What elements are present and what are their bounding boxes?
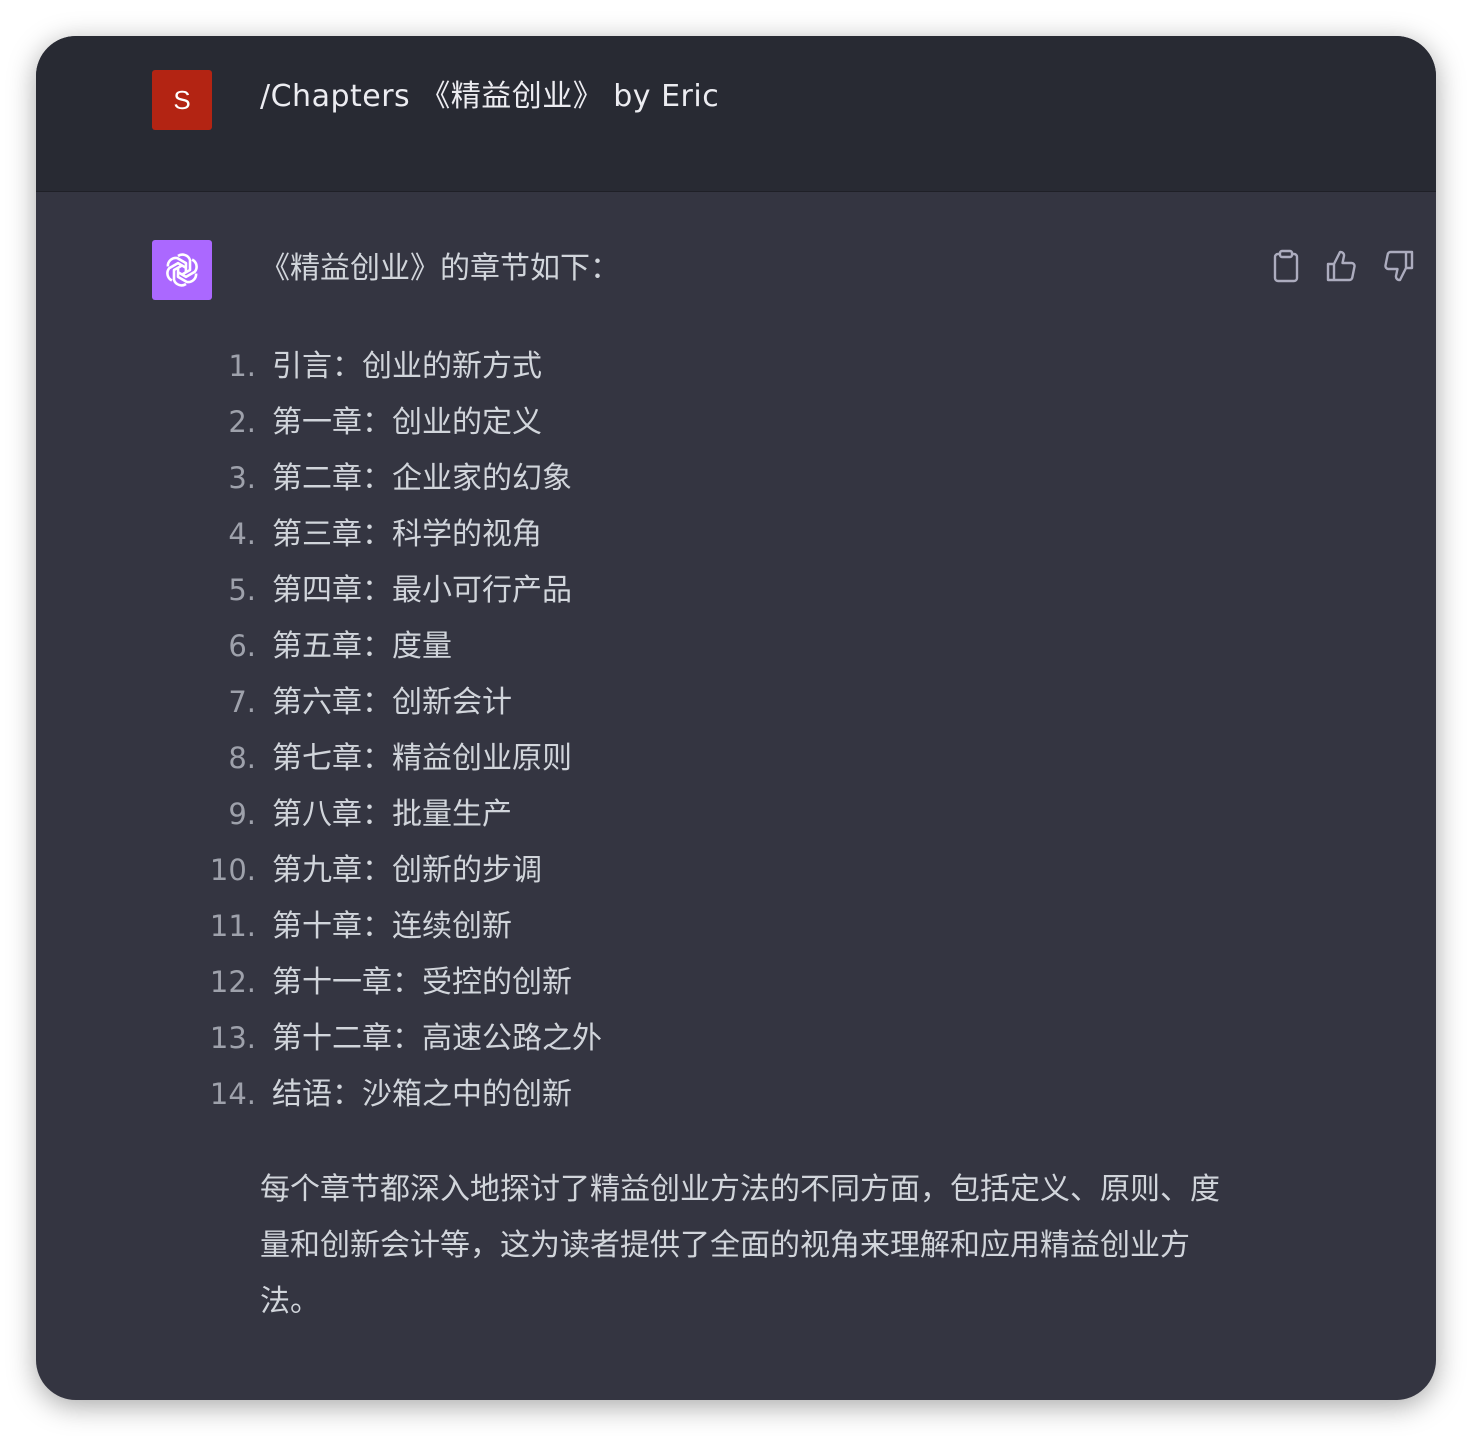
list-number: 4. xyxy=(228,517,256,551)
list-text: 第八章：批量生产 xyxy=(272,797,512,832)
assistant-intro-text: 《精益创业》的章节如下： xyxy=(260,251,620,286)
list-number: 7. xyxy=(228,685,256,719)
list-number: 12. xyxy=(209,965,256,999)
list-text: 第九章：创新的步调 xyxy=(272,853,542,888)
assistant-avatar xyxy=(152,240,212,300)
list-item: 3. 第二章：企业家的幻象 xyxy=(206,450,602,506)
list-number: 2. xyxy=(228,405,256,439)
list-text: 第一章：创业的定义 xyxy=(272,405,542,440)
list-number: 10. xyxy=(209,853,256,887)
list-item: 4. 第三章：科学的视角 xyxy=(206,506,602,562)
list-text: 第七章：精益创业原则 xyxy=(272,741,572,776)
list-item: 14. 结语：沙箱之中的创新 xyxy=(206,1066,602,1122)
list-item: 2. 第一章：创业的定义 xyxy=(206,394,602,450)
list-item: 11. 第十章：连续创新 xyxy=(206,898,602,954)
list-item: 10. 第九章：创新的步调 xyxy=(206,842,602,898)
chat-window: S /Chapters 《精益创业》 by Eric 《精益创业》的章节如下： xyxy=(36,36,1436,1400)
list-item: 5. 第四章：最小可行产品 xyxy=(206,562,602,618)
list-item: 13. 第十二章：高速公路之外 xyxy=(206,1010,602,1066)
thumbs-down-button[interactable] xyxy=(1378,246,1418,286)
list-text: 第五章：度量 xyxy=(272,629,452,664)
list-number: 9. xyxy=(228,797,256,831)
list-number: 8. xyxy=(228,741,256,775)
thumbs-up-icon xyxy=(1326,250,1356,282)
list-number: 5. xyxy=(228,573,256,607)
assistant-summary-text: 每个章节都深入地探讨了精益创业方法的不同方面，包括定义、原则、度量和创新会计等，… xyxy=(260,1172,1220,1319)
list-item: 9. 第八章：批量生产 xyxy=(206,786,602,842)
list-text: 第二章：企业家的幻象 xyxy=(272,461,572,496)
list-text: 第十一章：受控的创新 xyxy=(272,965,572,1000)
user-message-row: S /Chapters 《精益创业》 by Eric xyxy=(36,36,1436,192)
user-avatar: S xyxy=(152,70,212,130)
list-number: 13. xyxy=(209,1021,256,1055)
list-item: 6. 第五章：度量 xyxy=(206,618,602,674)
list-number: 11. xyxy=(209,909,256,943)
list-text: 引言：创业的新方式 xyxy=(272,349,542,384)
list-text: 第六章：创新会计 xyxy=(272,685,512,720)
list-item: 1. 引言：创业的新方式 xyxy=(206,338,602,394)
list-text: 第十二章：高速公路之外 xyxy=(272,1021,602,1056)
list-text: 第十章：连续创新 xyxy=(272,909,512,944)
thumbs-up-button[interactable] xyxy=(1322,246,1362,286)
list-item: 8. 第七章：精益创业原则 xyxy=(206,730,602,786)
thumbs-down-icon xyxy=(1384,250,1414,282)
list-item: 7. 第六章：创新会计 xyxy=(206,674,602,730)
list-text: 第三章：科学的视角 xyxy=(272,517,542,552)
list-item: 12. 第十一章：受控的创新 xyxy=(206,954,602,1010)
list-number: 14. xyxy=(209,1077,256,1111)
openai-logo-icon xyxy=(166,253,198,287)
list-number: 6. xyxy=(228,629,256,663)
list-text: 结语：沙箱之中的创新 xyxy=(272,1077,572,1112)
user-message-text: /Chapters 《精益创业》 by Eric xyxy=(260,79,720,114)
copy-button[interactable] xyxy=(1266,246,1306,286)
clipboard-icon xyxy=(1273,249,1299,283)
list-text: 第四章：最小可行产品 xyxy=(272,573,572,608)
chapter-list: 1. 引言：创业的新方式 2. 第一章：创业的定义 3. 第二章：企业家的幻象 4. 第… xyxy=(206,338,602,1122)
list-number: 1. xyxy=(228,349,256,383)
list-number: 3. xyxy=(228,461,256,495)
